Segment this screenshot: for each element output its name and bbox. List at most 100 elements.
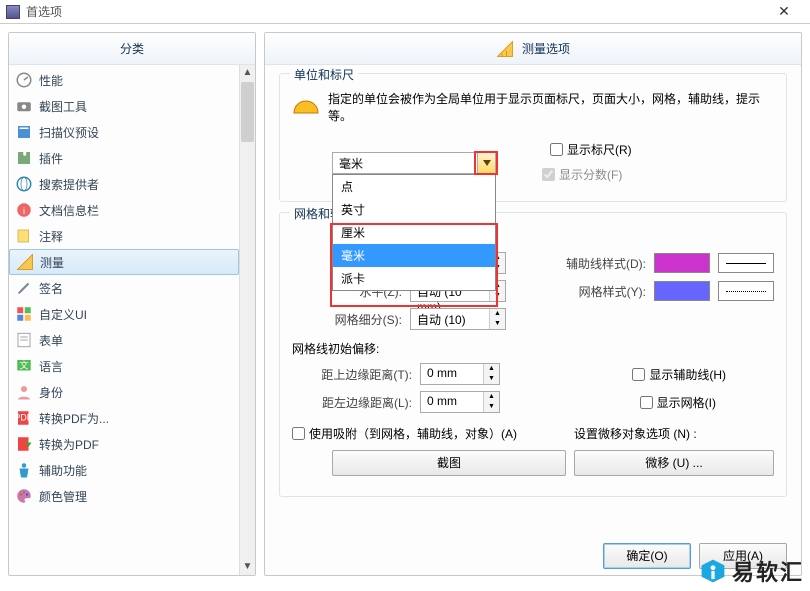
sidebar-item-label: 测量 (40, 254, 64, 271)
sidebar-item-11[interactable]: 文语言 (9, 353, 239, 379)
offset-label: 网格线初始偏移: (292, 340, 379, 357)
spin-up-icon[interactable]: ▲ (490, 309, 505, 319)
scroll-thumb[interactable] (241, 82, 254, 142)
options-header-label: 测量选项 (522, 40, 570, 57)
left-offset-value: 0 mm (421, 392, 483, 412)
scroll-up-icon[interactable]: ▲ (240, 65, 255, 81)
sidebar-item-6[interactable]: 注释 (9, 223, 239, 249)
ui-icon (15, 305, 33, 323)
show-ruler-checkbox[interactable]: 显示标尺(R) (550, 141, 632, 158)
main-area: 分类 性能截图工具扫描仪预设插件搜索提供者 i 文档信息栏注释测量签名自定义UI表单… (0, 24, 810, 584)
nudge-button[interactable]: 微移 (U) ... (574, 450, 774, 476)
unit-option-2[interactable]: 厘米 (333, 221, 495, 244)
grid-style-label: 网格样式(Y): (579, 283, 646, 300)
category-pane: 分类 性能截图工具扫描仪预设插件搜索提供者 i 文档信息栏注释测量签名自定义UI表单… (8, 32, 256, 576)
show-fraction-checkbox: 显示分数(F) (542, 166, 622, 183)
unit-dropdown-value: 毫米 (333, 153, 477, 173)
unit-option-0[interactable]: 点 (333, 175, 495, 198)
camera-icon (15, 97, 33, 115)
sidebar-item-label: 截图工具 (39, 98, 87, 115)
pdfout-icon: PDF (15, 409, 33, 427)
sidebar-item-5[interactable]: i 文档信息栏 (9, 197, 239, 223)
grid-line-swatch[interactable] (718, 281, 774, 301)
close-icon[interactable]: ✕ (764, 3, 804, 20)
unit-option-4[interactable]: 派卡 (333, 267, 495, 290)
watermark-logo-icon (700, 558, 726, 584)
sidebar-item-1[interactable]: 截图工具 (9, 93, 239, 119)
unit-option-3[interactable]: 毫米 (333, 244, 495, 267)
svg-text:i: i (23, 206, 25, 216)
spin-down-icon[interactable]: ▼ (484, 374, 499, 384)
scroll-down-icon[interactable]: ▼ (240, 559, 255, 575)
sidebar-item-label: 身份 (39, 384, 63, 401)
ruler-icon (16, 253, 34, 271)
chevron-down-icon[interactable] (477, 153, 495, 173)
spin-up-icon[interactable]: ▲ (484, 392, 499, 402)
category-header-label: 分类 (120, 40, 144, 57)
sidebar-item-0[interactable]: 性能 (9, 67, 239, 93)
window-title: 首选项 (26, 3, 764, 20)
unit-dropdown[interactable]: 毫米 点英寸厘米毫米派卡 (332, 152, 496, 291)
info-icon: i (15, 201, 33, 219)
guide-color-swatch[interactable] (654, 253, 710, 273)
snap-checkbox[interactable]: 使用吸附（到网格，辅助线，对象）(A) (292, 425, 566, 442)
top-offset-spinner[interactable]: 0 mm▲▼ (420, 363, 500, 385)
sidebar-item-3[interactable]: 插件 (9, 145, 239, 171)
units-desc: 指定的单位会被作为全局单位用于显示页面标尺，页面大小，网格，辅助线，提示等。 (328, 90, 774, 124)
screenshot-button[interactable]: 截图 (332, 450, 566, 476)
sidebar-item-8[interactable]: 签名 (9, 275, 239, 301)
category-list: 性能截图工具扫描仪预设插件搜索提供者 i 文档信息栏注释测量签名自定义UI表单文语言… (9, 65, 239, 575)
pdfin-icon (15, 435, 33, 453)
top-offset-label: 距上边缘距离(T): (292, 366, 412, 383)
sidebar-item-14[interactable]: 转换为PDF (9, 431, 239, 457)
sidebar-item-7[interactable]: 测量 (9, 249, 239, 275)
sub-label: 网格细分(S): (292, 311, 402, 328)
scroll-track[interactable] (240, 143, 255, 559)
sidebar-item-9[interactable]: 自定义UI (9, 301, 239, 327)
sidebar-item-12[interactable]: 身份 (9, 379, 239, 405)
unit-dropdown-list: 点英寸厘米毫米派卡 (332, 174, 496, 291)
left-offset-spinner[interactable]: 0 mm▲▼ (420, 391, 500, 413)
sidebar-item-label: 语言 (39, 358, 63, 375)
scrollbar[interactable]: ▲ ▼ (239, 65, 255, 575)
show-fraction-label: 显示分数(F) (559, 166, 622, 183)
sub-value: 自动 (10) (411, 309, 489, 329)
left-offset-label: 距左边缘距离(L): (292, 394, 412, 411)
palette-icon (15, 487, 33, 505)
sidebar-item-label: 转换PDF为... (39, 410, 109, 427)
svg-text:PDF: PDF (15, 412, 33, 422)
sidebar-item-label: 辅助功能 (39, 462, 87, 479)
pen-icon (15, 279, 33, 297)
watermark-text: 易软汇 (732, 555, 804, 587)
sidebar-item-15[interactable]: 辅助功能 (9, 457, 239, 483)
spin-down-icon[interactable]: ▼ (490, 291, 505, 301)
ok-button[interactable]: 确定(O) (603, 543, 691, 569)
spin-down-icon[interactable]: ▼ (490, 319, 505, 329)
spin-down-icon[interactable]: ▼ (484, 402, 499, 412)
sidebar-item-10[interactable]: 表单 (9, 327, 239, 353)
show-grid-checkbox[interactable]: 显示网格(I) (640, 394, 716, 411)
sidebar-item-13[interactable]: PDF 转换PDF为... (9, 405, 239, 431)
unit-option-1[interactable]: 英寸 (333, 198, 495, 221)
form-icon (15, 331, 33, 349)
sidebar-item-label: 插件 (39, 150, 63, 167)
sidebar-item-16[interactable]: 颜色管理 (9, 483, 239, 509)
guide-line-swatch[interactable] (718, 253, 774, 273)
globe-icon (15, 175, 33, 193)
spin-up-icon[interactable]: ▲ (484, 364, 499, 374)
guide-style-label: 辅助线样式(D): (566, 255, 646, 272)
show-guides-checkbox[interactable]: 显示辅助线(H) (632, 366, 726, 383)
scanner-icon (15, 123, 33, 141)
category-header: 分类 (9, 33, 255, 65)
sidebar-item-2[interactable]: 扫描仪预设 (9, 119, 239, 145)
protractor-icon (292, 99, 320, 115)
show-grid-label: 显示网格(I) (657, 394, 716, 411)
unit-dropdown-field[interactable]: 毫米 (332, 152, 496, 174)
sidebar-item-4[interactable]: 搜索提供者 (9, 171, 239, 197)
snap-label: 使用吸附（到网格，辅助线，对象）(A) (309, 425, 517, 442)
user-icon (15, 383, 33, 401)
sub-spinner[interactable]: 自动 (10)▲▼ (410, 308, 506, 330)
grid-color-swatch[interactable] (654, 281, 710, 301)
app-icon (6, 5, 20, 19)
sidebar-item-label: 文档信息栏 (39, 202, 99, 219)
